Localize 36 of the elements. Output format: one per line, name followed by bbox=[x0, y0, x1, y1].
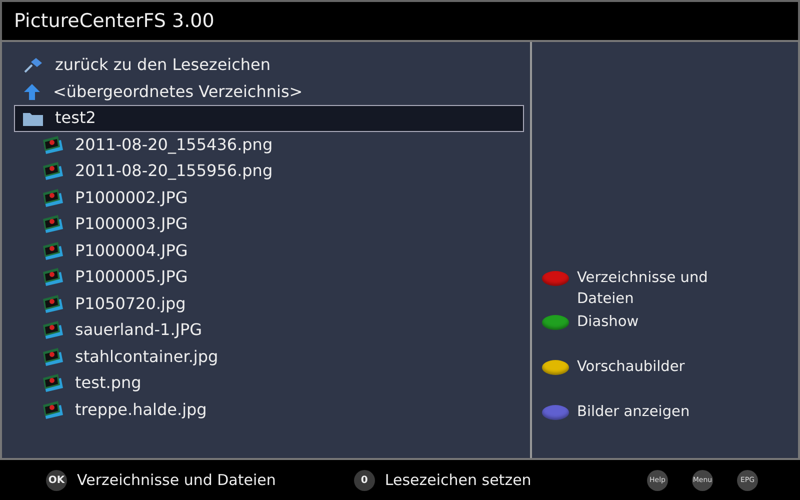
color-key-label: Verzeichnisse und Dateien bbox=[577, 269, 709, 309]
window-title: PictureCenterFS 3.00 bbox=[14, 8, 214, 34]
image-file-icon bbox=[43, 348, 63, 366]
file-list-item[interactable]: P1000002.JPG bbox=[14, 184, 524, 211]
remote-key-icon: 0 bbox=[354, 470, 375, 490]
file-list-item[interactable]: zurück zu den Lesezeichen bbox=[14, 52, 524, 78]
file-list-item[interactable]: P1000003.JPG bbox=[14, 211, 524, 238]
image-file-icon bbox=[43, 136, 63, 154]
file-list-item[interactable]: sauerland-1.JPG bbox=[14, 317, 524, 344]
file-list-item[interactable]: 2011-08-20_155956.png bbox=[14, 158, 524, 184]
image-file-icon bbox=[43, 268, 63, 286]
image-file-icon bbox=[43, 400, 63, 419]
key-hint: Lesezeichen setzen bbox=[384, 470, 532, 491]
color-key-label: Diashow bbox=[577, 313, 639, 332]
folder-icon bbox=[23, 110, 43, 126]
image-file-icon bbox=[43, 321, 63, 340]
file-list-item[interactable]: P1000005.JPG bbox=[14, 264, 524, 290]
key-hint: Verzeichnisse und Dateien bbox=[77, 470, 276, 491]
file-list-item[interactable]: <übergeordnetes Verzeichnis> bbox=[14, 78, 524, 105]
image-file-icon bbox=[43, 188, 63, 207]
image-file-icon bbox=[43, 242, 63, 260]
remote-key-icon: OK bbox=[46, 470, 67, 490]
color-key-label: Vorschaubilder bbox=[577, 358, 685, 377]
file-list-item[interactable]: treppe.halde.jpg bbox=[14, 396, 524, 423]
up-arrow-icon bbox=[23, 84, 41, 100]
file-list-item[interactable]: test.png bbox=[14, 370, 524, 396]
image-file-icon bbox=[43, 162, 63, 180]
file-list-item[interactable]: 2011-08-20_155436.png bbox=[14, 132, 524, 158]
image-file-icon bbox=[43, 215, 63, 234]
file-list-item[interactable]: stahlcontainer.jpg bbox=[14, 344, 524, 370]
file-list-item[interactable]: P1050720.jpg bbox=[14, 290, 524, 317]
file-list-item[interactable]: P1000004.JPG bbox=[14, 238, 524, 264]
color-key-label: Bilder anzeigen bbox=[577, 403, 690, 422]
image-file-icon bbox=[43, 374, 63, 392]
image-file-icon bbox=[43, 294, 63, 313]
file-list-item[interactable]: test2 bbox=[14, 105, 524, 132]
